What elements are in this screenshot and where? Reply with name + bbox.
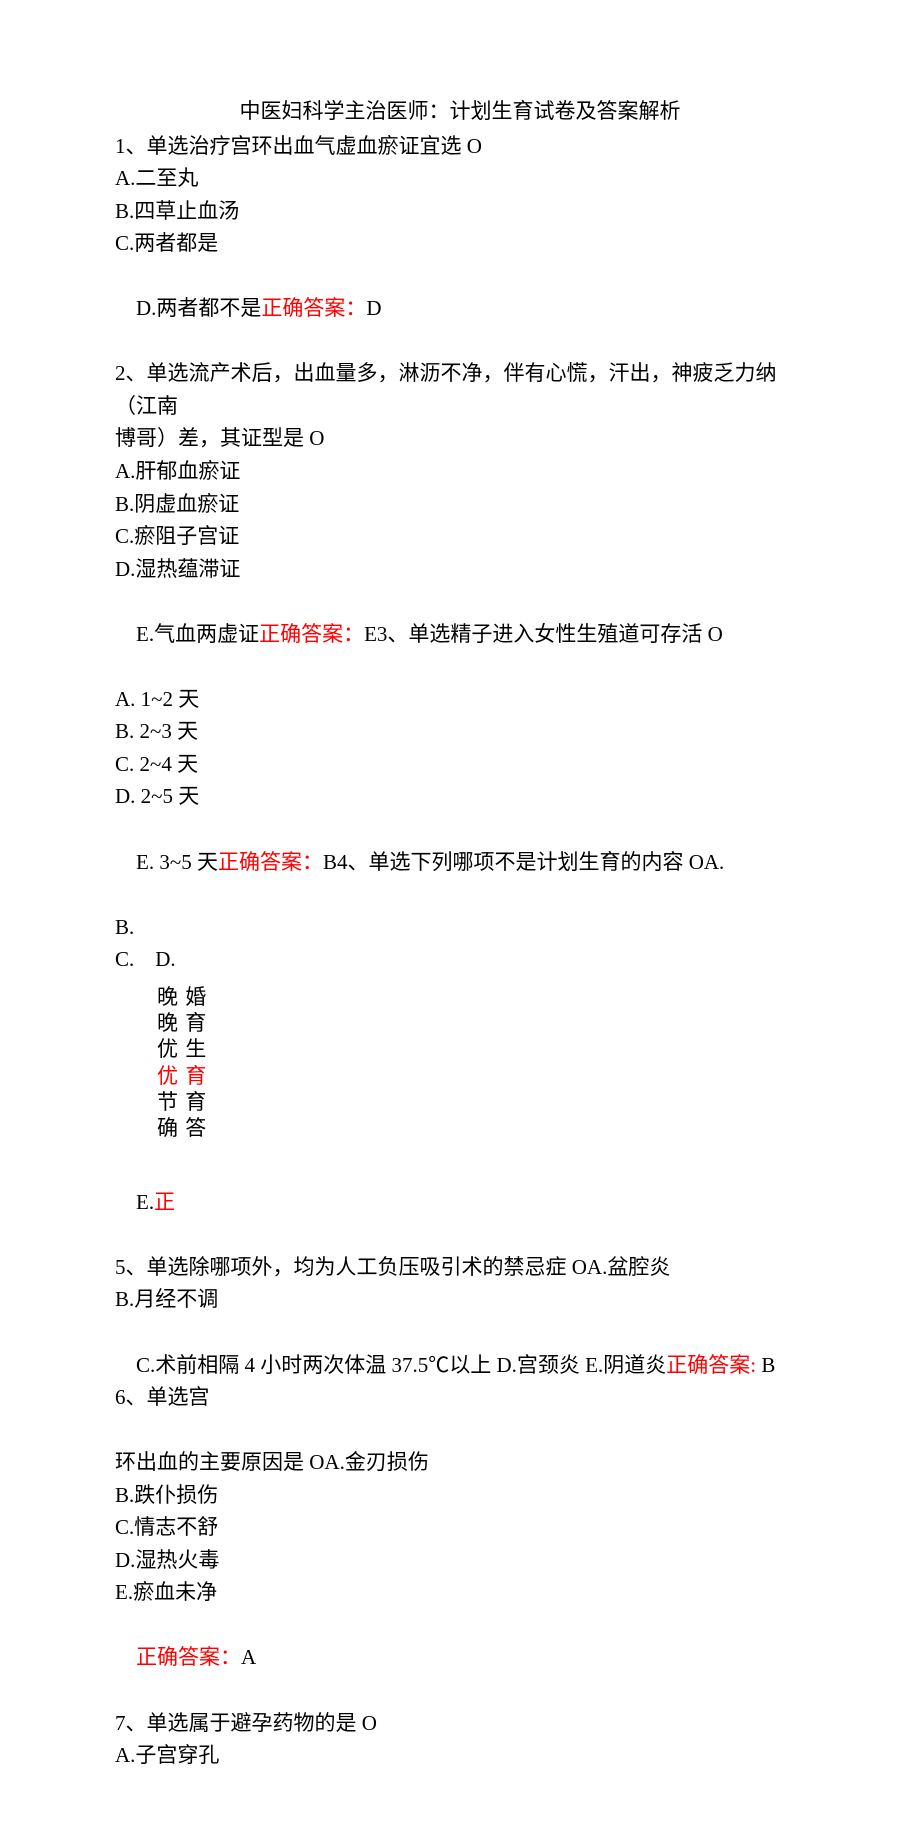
q5-answer-value: B <box>756 1353 775 1377</box>
q6-stem-part1: 6、单选宫 <box>115 1385 210 1409</box>
page-title: 中医妇科学主治医师：计划生育试卷及答案解析 <box>115 95 805 128</box>
q3-option-a: A. 1~2 天 <box>115 683 805 716</box>
q2-option-d: D.湿热蕴滞证 <box>115 553 805 586</box>
q4-vertical-options: 晚 婚 晚 育 优 生 优 育 节 育 确 答 <box>157 984 805 1142</box>
document-page: 中医妇科学主治医师：计划生育试卷及答案解析 1、单选治疗宫环出血气虚血瘀证宜选 … <box>0 0 920 1832</box>
q5-cde-q6-line: C.术前相隔 4 小时两次体温 37.5℃以上 D.宫颈炎 E.阴道炎正确答案:… <box>115 1316 805 1446</box>
q4-v-youyu: 优 育 <box>157 1063 805 1089</box>
q2-answer-label: 正确答案： <box>259 622 364 646</box>
q4-v-jieyu: 节 育 <box>157 1089 805 1115</box>
q4-v-queda: 确 答 <box>157 1115 805 1141</box>
q7-stem: 7、单选属于避孕药物的是 O <box>115 1707 805 1740</box>
q6-option-b: B.跌仆损伤 <box>115 1479 805 1512</box>
q1-answer-value: D <box>366 296 381 320</box>
q3-option-c: C. 2~4 天 <box>115 748 805 781</box>
q1-stem: 1、单选治疗宫环出血气虚血瘀证宜选 O <box>115 130 805 163</box>
q6-option-e: E.瘀血未净 <box>115 1576 805 1609</box>
q4-option-b: B. <box>115 911 805 944</box>
q4-v-wanyu: 晚 育 <box>157 1010 805 1036</box>
q4-e-red: 正 <box>154 1190 175 1214</box>
q1-option-d-text: D.两者都不是 <box>136 296 261 320</box>
q3-e-q4-line: E. 3~5 天正确答案：B4、单选下列哪项不是计划生育的内容 OA. <box>115 813 805 911</box>
q6-answer-value: A <box>241 1645 256 1669</box>
q2-option-a: A.肝郁血瘀证 <box>115 455 805 488</box>
q4-stem: 4、单选下列哪项不是计划生育的内容 OA. <box>337 850 724 874</box>
q6-option-d: D.湿热火毒 <box>115 1544 805 1577</box>
q1-option-b: B.四草止血汤 <box>115 195 805 228</box>
q1-option-c: C.两者都是 <box>115 227 805 260</box>
q4-option-e: E.正 <box>115 1153 805 1251</box>
q3-option-d: D. 2~5 天 <box>115 780 805 813</box>
q6-answer: 正确答案：A <box>115 1609 805 1707</box>
q2-stem-line2: 博哥）差，其证型是 O <box>115 422 805 455</box>
q2-option-e-text: E.气血两虚证 <box>136 622 259 646</box>
q4-option-cd: C. D. <box>115 943 805 976</box>
q3-stem: 3、单选精子进入女性生殖道可存活 O <box>377 622 723 646</box>
q1-answer-label: 正确答案： <box>261 296 366 320</box>
q6-answer-label: 正确答案： <box>136 1645 241 1669</box>
q4-e-prefix: E. <box>136 1190 154 1214</box>
q6-stem-part2: 环出血的主要原因是 OA.金刃损伤 <box>115 1446 805 1479</box>
q1-option-d-answer: D.两者都不是正确答案：D <box>115 260 805 358</box>
q6-option-c: C.情志不舒 <box>115 1511 805 1544</box>
q4-v-wanhun: 晚 婚 <box>157 984 805 1010</box>
q5-option-b: B.月经不调 <box>115 1283 805 1316</box>
q3-option-e-text: E. 3~5 天 <box>136 850 218 874</box>
q1-option-a: A.二至丸 <box>115 162 805 195</box>
q2-option-b: B.阴虚血瘀证 <box>115 488 805 521</box>
q2-answer-value: E <box>364 622 377 646</box>
q5-stem: 5、单选除哪项外，均为人工负压吸引术的禁忌症 OA.盆腔炎 <box>115 1251 805 1284</box>
q3-option-b: B. 2~3 天 <box>115 715 805 748</box>
q3-answer-label: 正确答案： <box>218 850 323 874</box>
q5-option-cde: C.术前相隔 4 小时两次体温 37.5℃以上 D.宫颈炎 E.阴道炎 <box>136 1353 666 1377</box>
q3-answer-value: B <box>323 850 337 874</box>
q2-stem-line1: 2、单选流产术后，出血量多，淋沥不净，伴有心慌，汗出，神疲乏力纳（江南 <box>115 357 805 422</box>
q2-e-q3-line: E.气血两虚证正确答案：E3、单选精子进入女性生殖道可存活 O <box>115 585 805 683</box>
q4-v-yousheng: 优 生 <box>157 1036 805 1062</box>
q2-option-c: C.瘀阻子宫证 <box>115 520 805 553</box>
q5-answer-label: 正确答案: <box>666 1353 756 1377</box>
q7-option-a: A.子宫穿孔 <box>115 1739 805 1772</box>
